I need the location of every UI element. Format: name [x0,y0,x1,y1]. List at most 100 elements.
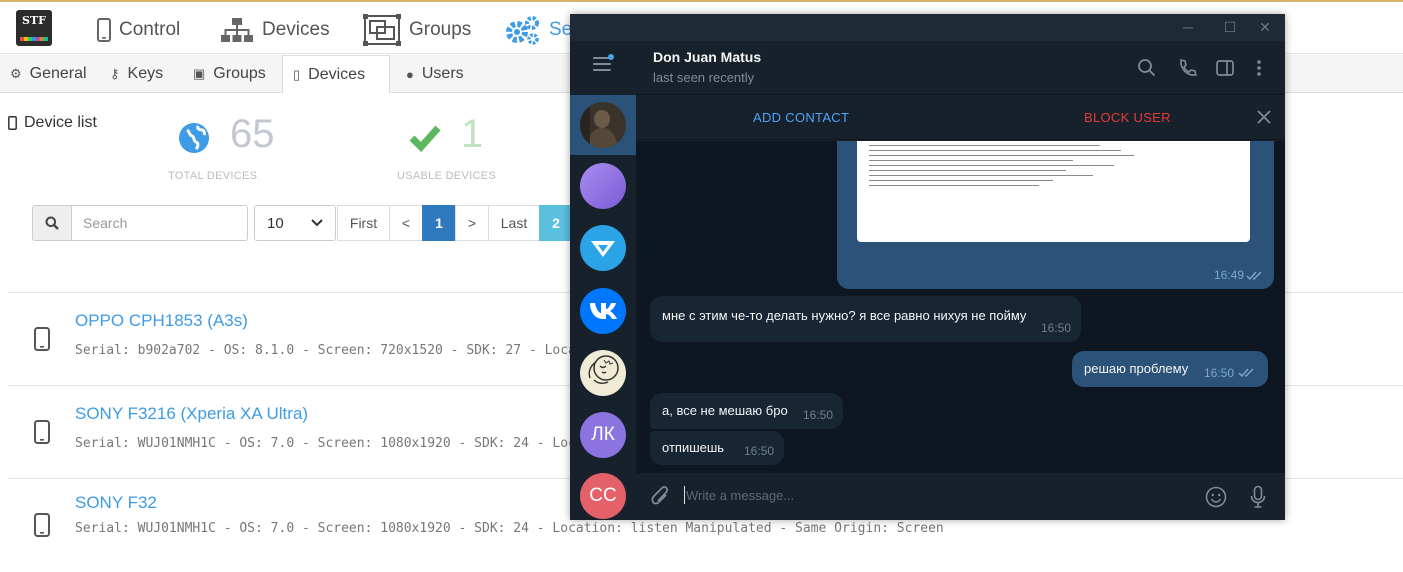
device-name[interactable]: SONY F3216 (Xperia XA Ultra) [75,404,308,424]
message-time: 16:49 [1213,268,1244,282]
nav-groups[interactable]: Groups [363,12,471,48]
pagination: First < 1 > Last 2 [337,205,573,241]
chat-avatar[interactable]: ЛК [580,412,626,458]
chat-avatar[interactable] [580,163,626,209]
tab-users[interactable]: ● Users [396,55,474,93]
mobile-icon [34,513,50,537]
tab-groups[interactable]: ▣ Groups [183,55,276,93]
pager-last[interactable]: Last [488,205,540,241]
nav-control[interactable]: Control [97,12,180,48]
chat-avatar-vtope[interactable] [580,225,626,271]
device-info: Serial: b902a702 - OS: 8.1.0 - Screen: 7… [75,343,616,358]
screenshot-thumbnail[interactable] [857,141,1250,242]
hamburger-menu-icon[interactable] [593,54,614,75]
nav-devices[interactable]: Devices [220,12,330,48]
stat-total-devices: 65 TOTAL DEVICES [168,104,368,188]
stat-total-value: 65 [230,112,275,156]
minimize-icon[interactable]: ─ [1180,19,1196,35]
message-text: а, все не мешаю бро [662,403,788,418]
stat-usable-devices: 1 USABLE DEVICES [397,104,597,188]
chat-avatar[interactable]: СС [580,473,626,519]
mobile-icon [97,18,111,42]
sidebar-toggle-icon[interactable] [1215,58,1235,78]
contact-action-bar: ADD CONTACT BLOCK USER [636,95,1285,140]
maximize-icon[interactable]: ☐ [1222,19,1238,35]
mobile-icon: ▯ [293,66,301,82]
nav-control-label: Control [119,19,181,40]
block-user-button[interactable]: BLOCK USER [1084,110,1171,125]
object-group-icon: ▣ [193,66,206,81]
double-check-icon [1246,271,1262,281]
paperclip-icon[interactable] [651,486,671,508]
more-vertical-icon[interactable] [1253,58,1265,78]
object-group-icon [363,14,401,46]
message-image-bubble[interactable]: 16:49 [837,141,1274,289]
device-list-title: Device list [8,114,97,132]
mobile-icon [34,327,50,351]
window-titlebar: ─ ☐ ✕ [570,14,1285,41]
chat-avatar-don-juan[interactable] [580,102,626,148]
device-name[interactable]: OPPO CPH1853 (A3s) [75,311,248,331]
phone-icon[interactable] [1177,58,1197,78]
close-icon[interactable] [1254,107,1274,127]
telegram-window: ─ ☐ ✕ ЛК СС Don Juan Matus last seen rec… [570,14,1285,520]
chevron-down-icon [311,219,323,227]
chat-avatar-vk[interactable] [580,288,626,334]
sketch-face-icon [588,355,619,385]
vk-logo-icon [590,303,617,319]
key-icon: ⚷ [110,66,120,81]
message-text: решаю проблему [1084,361,1189,376]
contact-name[interactable]: Don Juan Matus [653,49,761,65]
search-icon[interactable] [1137,58,1157,78]
message-text: отпишешь [662,440,725,455]
chat-sidebar: ЛК СС [570,41,636,520]
text-caret [684,486,685,504]
gears-icon [506,16,539,45]
tab-keys[interactable]: ⚷ Keys [100,55,173,93]
sitemap-icon [221,18,253,42]
contact-status: last seen recently [653,70,755,85]
message-outgoing[interactable]: решаю проблему 16:50 [1072,351,1268,387]
emoji-icon[interactable] [1205,486,1227,508]
message-input[interactable]: Write a message... [686,488,794,503]
message-time: 16:50 [1040,321,1071,335]
nav-devices-label: Devices [262,19,330,40]
screenshot-text-lines [869,141,1209,186]
stat-total-label: TOTAL DEVICES [168,170,258,182]
pager-first[interactable]: First [337,205,390,241]
check-icon [409,125,441,152]
message-incoming[interactable]: отпишешь 16:50 [650,431,784,465]
photo-avatar-icon [580,102,626,148]
message-time: 16:50 [802,408,833,422]
nav-settings[interactable]: Se [505,12,572,48]
nav-groups-label: Groups [409,19,472,40]
stat-usable-label: USABLE DEVICES [397,170,496,182]
device-search [32,205,248,241]
globe-icon [179,123,209,153]
message-list: 16:49 мне с этим че-то делать нужно? я в… [636,141,1285,473]
message-composer: Write a message... [636,473,1285,520]
add-contact-button[interactable]: ADD CONTACT [753,110,849,125]
pager-prev[interactable]: < [389,205,423,241]
pager-alt[interactable]: 2 [539,205,573,241]
pager-current[interactable]: 1 [422,205,456,241]
stat-usable-value: 1 [461,112,484,156]
device-info: Serial: WUJ01NMH1C - OS: 7.0 - Screen: 1… [75,521,944,536]
logo-color-bars [20,37,48,41]
tab-general[interactable]: ⚙ General [0,55,97,93]
search-button[interactable] [32,205,72,241]
tab-devices[interactable]: ▯ Devices [282,55,390,94]
mobile-icon [34,420,50,444]
stf-logo[interactable]: STF [16,10,52,46]
message-incoming[interactable]: а, все не мешаю бро 16:50 [650,393,843,429]
pager-next[interactable]: > [455,205,489,241]
search-input[interactable] [72,205,248,241]
close-icon[interactable]: ✕ [1257,19,1273,35]
device-name[interactable]: SONY F32 [75,493,157,513]
message-incoming[interactable]: мне с этим че-то делать нужно? я все рав… [650,296,1081,342]
page-size-select[interactable]: 10 [254,205,336,241]
microphone-icon[interactable] [1250,485,1266,509]
chat-header: Don Juan Matus last seen recently [636,41,1285,95]
message-time: 16:50 [1203,366,1234,380]
chat-avatar-sketch[interactable] [580,350,626,396]
